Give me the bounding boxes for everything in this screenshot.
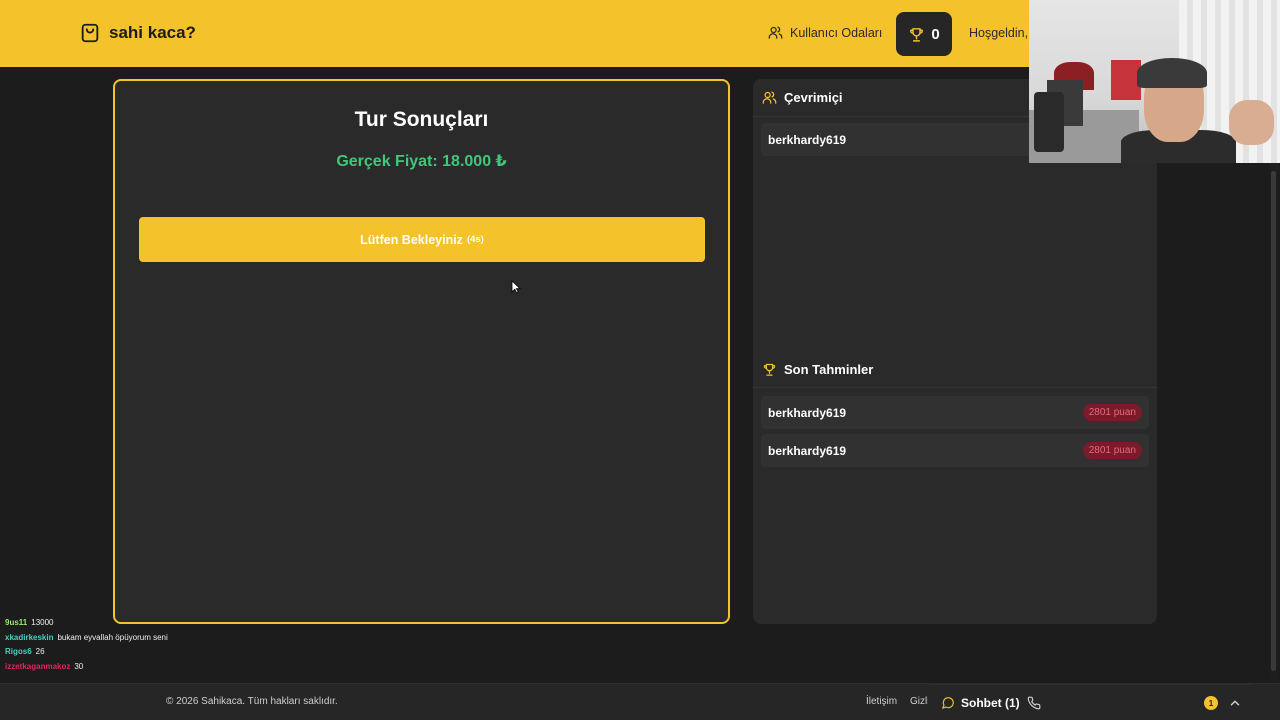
stream-chat-message: 26 [35, 647, 45, 656]
message-circle-icon [942, 697, 954, 709]
guess-item: berkhardy619 2801 puan [761, 396, 1149, 429]
trophy-icon [910, 27, 924, 42]
round-results-title: Tur Sonuçları [354, 108, 489, 131]
mouse-cursor-icon [511, 280, 521, 294]
points-badge: 2801 puan [1082, 442, 1142, 459]
chat-toggle-button[interactable]: Sohbet (1) [941, 696, 1020, 710]
webcam-mic [1034, 92, 1064, 152]
shopping-bag-icon [81, 23, 99, 43]
webcam-overlay [1029, 0, 1280, 163]
copyright-text: © 2026 Sahikaca. Tüm hakları saklıdır. [166, 696, 338, 707]
user-rooms-label: Kullanıcı Odaları [790, 25, 883, 40]
contact-link[interactable]: İletişim [866, 696, 897, 707]
stream-chat-user: xkadirkeskin [5, 632, 54, 642]
please-wait-button[interactable]: Lütfen Bekleyiniz (4s) [139, 217, 705, 262]
stream-chat-message: 13000 [31, 618, 54, 627]
real-price-text: Gerçek Fiyat: 18.000 ₺ [336, 153, 507, 170]
stream-chat-line: 9us11 13000 [5, 616, 168, 631]
users-icon [762, 91, 777, 104]
divider [753, 387, 1157, 388]
brand-name: sahi kaca? [109, 23, 196, 42]
round-results-card: Tur Sonuçları Gerçek Fiyat: 18.000 ₺ Lüt… [113, 79, 730, 624]
chat-bar[interactable]: Sohbet (1) 1 [929, 684, 1252, 720]
webcam-person-hand [1229, 100, 1274, 145]
stream-chat-user: Rigos6 [5, 647, 32, 656]
please-wait-label: Lütfen Bekleyiniz [360, 232, 463, 247]
trophy-icon [763, 363, 776, 376]
stream-chat-message: bukam eyvallah öpüyorum seni [57, 632, 168, 642]
welcome-text: Hoşgeldin, [969, 26, 1029, 40]
countdown-text: (4s) [466, 234, 484, 245]
brand-logo-link[interactable]: sahi kaca? [79, 22, 196, 44]
stream-chat-overlay: 9us11 13000 xkadirkeskin bukam eyvallah öp… [5, 616, 168, 674]
user-rooms-link[interactable]: Kullanıcı Odaları [768, 25, 882, 40]
webcam-person-cap [1137, 58, 1207, 88]
page-scrollbar[interactable] [1270, 163, 1278, 683]
privacy-link[interactable]: Gizlilik [910, 696, 928, 707]
users-icon [768, 26, 783, 39]
page-footer: © 2026 Sahikaca. Tüm hakları saklıdır. İ… [0, 683, 1280, 720]
guess-item: berkhardy619 2801 puan [761, 434, 1149, 467]
online-title: Çevrimiçi [784, 90, 843, 105]
guess-user: berkhardy619 [768, 443, 847, 458]
points-badge: 2801 puan [1082, 404, 1142, 421]
stream-chat-message: 30 [74, 661, 84, 671]
stream-chat-user: 9us11 [5, 618, 28, 627]
phone-icon[interactable] [1027, 696, 1041, 710]
guess-user: berkhardy619 [768, 405, 847, 420]
online-section-header: Çevrimiçi [762, 90, 843, 105]
stream-chat-line: xkadirkeskin bukam eyvallah öpüyorum seni [5, 631, 168, 646]
score-value: 0 [931, 25, 940, 43]
stream-chat-line: Rigos6 26 [5, 645, 168, 660]
recent-guesses-header: Son Tahminler [762, 362, 873, 377]
stream-chat-user: izzetkaganmakoz [5, 661, 71, 671]
chat-label: Sohbet (1) [961, 696, 1020, 710]
scrollbar-thumb[interactable] [1271, 171, 1276, 671]
online-user-name: berkhardy619 [768, 132, 847, 147]
score-button[interactable]: 0 [896, 12, 952, 56]
chevron-up-icon[interactable] [1228, 696, 1242, 710]
unread-count-badge: 1 [1204, 696, 1218, 710]
stream-chat-line: izzetkaganmakoz 30 [5, 660, 168, 675]
recent-guesses-title: Son Tahminler [784, 362, 874, 377]
